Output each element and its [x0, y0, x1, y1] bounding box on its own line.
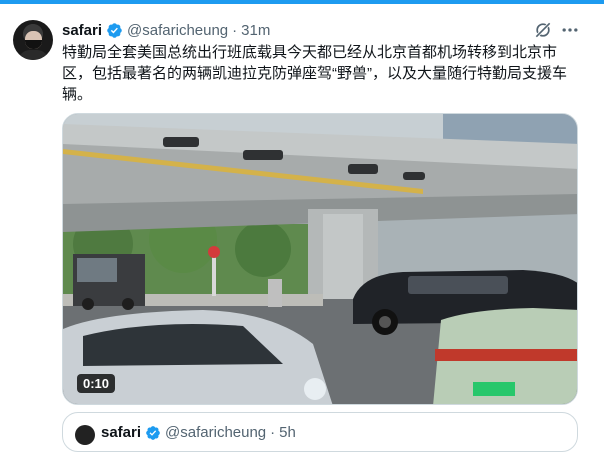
grok-icon[interactable] [533, 20, 553, 40]
quoted-tweet-time[interactable]: 5h [279, 424, 296, 441]
quoted-author-avatar[interactable] [75, 425, 95, 445]
top-accent-bar [0, 0, 604, 4]
quoted-author-name[interactable]: safari [101, 424, 141, 441]
tweet-time[interactable]: 31m [241, 22, 270, 39]
tweet-text: 特勤局全套美国总统出行班底载具今天都已经从北京首都机场转移到北京市区，包括最著名… [62, 44, 567, 103]
author-handle[interactable]: @safaricheung [127, 22, 228, 39]
video-duration: 0:10 [77, 374, 116, 393]
meta-separator: · [232, 21, 238, 39]
tweet-header: safari @safaricheung · 31m [62, 19, 270, 41]
quoted-meta-separator: · [270, 424, 276, 441]
author-name[interactable]: safari [62, 22, 102, 39]
video-player[interactable]: 0:10 [62, 113, 578, 405]
quoted-tweet-header: safari @safaricheung · 5h [101, 424, 296, 441]
author-avatar[interactable] [13, 20, 53, 60]
video-frame [63, 114, 577, 404]
quoted-author-handle[interactable]: @safaricheung [165, 424, 266, 441]
quoted-tweet[interactable]: safari @safaricheung · 5h [62, 412, 578, 452]
verified-badge-icon [107, 22, 122, 38]
quoted-verified-badge-icon [146, 425, 160, 440]
more-icon[interactable] [560, 20, 580, 40]
